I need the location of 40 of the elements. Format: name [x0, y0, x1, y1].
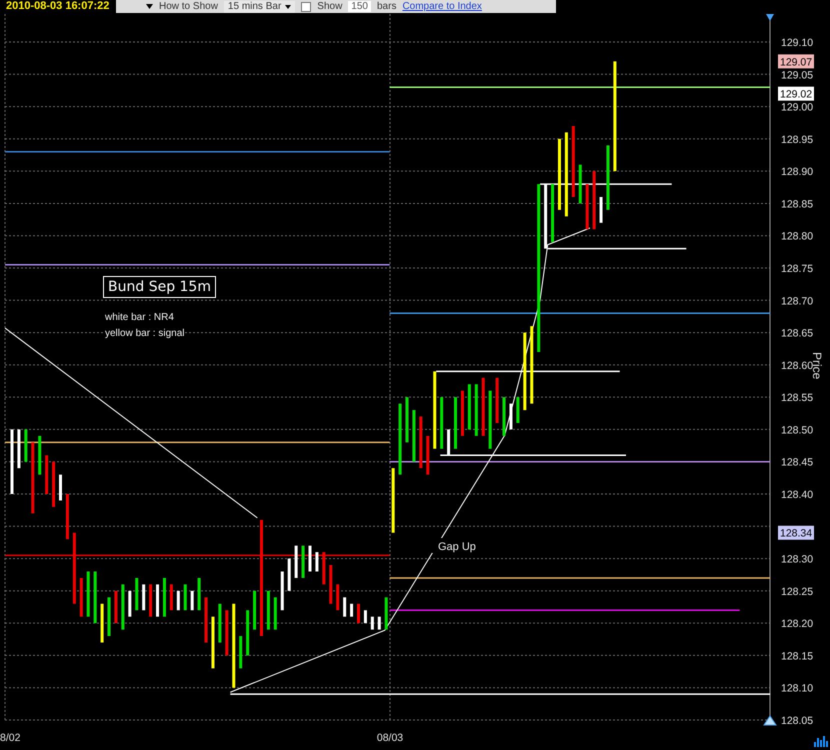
caret-icon	[285, 4, 292, 8]
price-tick-label: 129.00	[781, 102, 814, 114]
price-tick-label: 128.45	[781, 456, 814, 469]
scroll-bottom-icon[interactable]	[763, 715, 777, 726]
price-tick-label: 128.75	[781, 263, 814, 275]
price-tick-label: 128.40	[781, 489, 814, 501]
caret-icon[interactable]	[146, 4, 153, 9]
price-tick-label: 128.85	[781, 198, 814, 210]
price-tag: 128.34	[778, 526, 814, 540]
price-tick-label: 128.60	[781, 360, 814, 372]
bar-chart-icon[interactable]	[814, 736, 828, 747]
price-tick-label: 128.70	[781, 295, 814, 308]
bar-count-field[interactable]: 150	[348, 1, 371, 12]
price-tag: 129.02	[778, 86, 814, 101]
interval-dropdown[interactable]: 15 mins Bar	[224, 0, 296, 12]
price-tick-label: 128.20	[781, 618, 814, 630]
price-tick-label: 128.05	[781, 715, 814, 727]
price-tick-label: 129.05	[781, 69, 814, 82]
toolbar-label: How to Show	[159, 1, 218, 12]
price-tick-label: 128.30	[781, 554, 814, 566]
show-checkbox[interactable]	[301, 2, 312, 12]
price-tick-label: 128.15	[781, 650, 814, 662]
price-tick-label: 128.55	[781, 392, 814, 404]
price-tick-label: 128.50	[781, 424, 814, 436]
price-tick-label: 128.65	[781, 328, 814, 340]
date-label: 8/02	[0, 732, 20, 744]
price-tick-label: 129.10	[781, 37, 814, 50]
price-tag: 129.07	[778, 54, 814, 68]
price-tick-label: 128.25	[781, 586, 814, 598]
price-tick-label: 128.10	[781, 682, 814, 695]
scroll-top-icon[interactable]	[766, 14, 774, 21]
checkbox-label: Show	[317, 1, 342, 12]
toolbar-label: bars	[376, 1, 396, 12]
chart-note: Gap Up	[438, 541, 476, 553]
price-tick-label: 128.90	[781, 166, 814, 178]
compare-link[interactable]: Compare to Index	[402, 1, 482, 12]
price-tick-label: 128.95	[781, 134, 814, 146]
price-tick-label: 128.80	[781, 230, 814, 243]
date-label: 08/03	[376, 732, 404, 744]
chart-title: Bund Sep 15m	[103, 276, 216, 298]
